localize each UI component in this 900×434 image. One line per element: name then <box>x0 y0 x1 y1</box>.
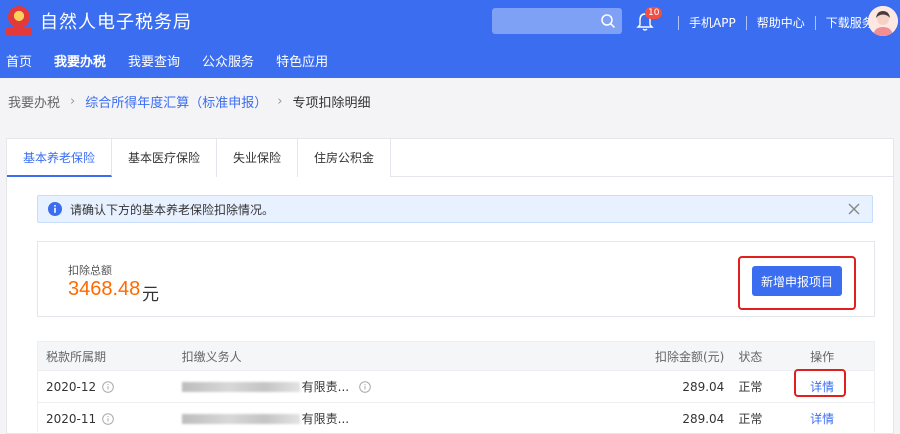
avatar-icon <box>868 6 898 36</box>
amount-value: 289.04 <box>682 411 725 426</box>
agent-cell: 有限责... <box>181 378 625 395</box>
app-title: 自然人电子税务局 <box>40 12 192 33</box>
period-value: 2020-11 <box>46 411 97 426</box>
top-header: 自然人电子税务局 10 手机APP 帮助中心 下载服务 首页 我要办税 我要查询… <box>0 0 900 80</box>
deduction-table: 税款所属期 扣缴义务人 扣除金额(元) 状态 操作 2020-12 有限责... <box>37 341 875 434</box>
mobile-app-link[interactable]: 手机APP <box>689 14 736 31</box>
user-avatar[interactable] <box>868 6 898 36</box>
help-center-link[interactable]: 帮助中心 <box>757 14 805 31</box>
header-period: 税款所属期 <box>46 349 107 364</box>
table-row: 2020-12 有限责... 289.04 正常 详情 <box>37 369 875 403</box>
search-icon[interactable] <box>600 13 616 29</box>
breadcrumb-root[interactable]: 我要办税 <box>8 92 60 111</box>
download-service-link[interactable]: 下载服务 <box>826 14 874 31</box>
agent-name-suffix: 有限责... <box>301 380 350 394</box>
info-icon <box>48 202 62 216</box>
operation-cell: 详情 <box>794 369 874 397</box>
redacted-agent-name <box>181 413 300 424</box>
search-input[interactable] <box>492 8 600 34</box>
notification-badge: 10 <box>645 7 663 19</box>
divider <box>745 15 747 30</box>
tax-emblem-logo <box>6 6 32 36</box>
status-value: 正常 <box>738 380 763 394</box>
nav-public-service[interactable]: 公众服务 <box>196 52 260 78</box>
chevron-right-icon: › <box>70 93 76 109</box>
add-declaration-button[interactable]: 新增申报项目 <box>752 266 842 296</box>
tab-medical-insurance[interactable]: 基本医疗保险 <box>112 139 218 177</box>
table-row: 2020-11 有限责... 289.04 正常 详情 <box>37 403 875 434</box>
content-panel: 基本养老保险 基本医疗保险 失业保险 住房公积金 请确认下方的基本养老保险扣除情… <box>6 138 894 434</box>
tab-unemployment-insurance[interactable]: 失业保险 <box>217 139 299 177</box>
header-operation: 操作 <box>810 349 835 364</box>
period-cell: 2020-11 <box>38 412 182 426</box>
nav-query[interactable]: 我要查询 <box>122 52 186 78</box>
tab-housing-fund[interactable]: 住房公积金 <box>298 139 392 177</box>
info-hint-icon[interactable] <box>359 380 371 393</box>
status-value: 正常 <box>738 412 763 426</box>
total-deduction-label: 扣除总额 <box>68 264 112 277</box>
main-nav: 首页 我要办税 我要查询 公众服务 特色应用 <box>0 52 344 80</box>
insurance-tabs: 基本养老保险 基本医疗保险 失业保险 住房公积金 <box>7 139 893 177</box>
table-header: 税款所属期 扣缴义务人 扣除金额(元) 状态 操作 <box>37 341 875 371</box>
top-links: 手机APP 帮助中心 下载服务 <box>668 14 874 31</box>
info-hint-icon[interactable] <box>102 380 114 393</box>
tab-pension-insurance[interactable]: 基本养老保险 <box>7 139 113 177</box>
agent-cell: 有限责... <box>181 410 625 427</box>
breadcrumb: 我要办税 › 综合所得年度汇算（标准申报） › 专项扣除明细 <box>0 78 900 124</box>
breadcrumb-current: 专项扣除明细 <box>292 95 371 111</box>
search-box[interactable] <box>492 8 622 34</box>
nav-do-tax[interactable]: 我要办税 <box>48 52 112 80</box>
period-value: 2020-12 <box>46 379 97 394</box>
nav-special-apps[interactable]: 特色应用 <box>270 52 334 78</box>
header-agent: 扣缴义务人 <box>181 349 242 364</box>
breadcrumb-annual-settlement[interactable]: 综合所得年度汇算（标准申报） <box>85 92 267 111</box>
nav-home[interactable]: 首页 <box>0 52 38 78</box>
header-amount: 扣除金额(元) <box>654 349 725 364</box>
total-deduction-amount: 3468.48 <box>68 278 141 300</box>
detail-link[interactable]: 详情 <box>810 412 834 426</box>
currency-unit: 元 <box>142 285 159 305</box>
divider <box>678 15 679 30</box>
period-cell: 2020-12 <box>38 380 182 394</box>
amount-value: 289.04 <box>682 379 725 394</box>
info-hint-icon[interactable] <box>102 412 114 425</box>
redacted-agent-name <box>181 381 300 392</box>
alert-message: 请确认下方的基本养老保险扣除情况。 <box>70 202 275 217</box>
brand[interactable]: 自然人电子税务局 <box>6 6 192 36</box>
divider <box>814 15 816 30</box>
info-alert: 请确认下方的基本养老保险扣除情况。 <box>37 195 873 223</box>
header-status: 状态 <box>738 349 763 364</box>
chevron-right-icon: › <box>277 93 283 109</box>
highlight-annotation <box>794 369 847 397</box>
close-icon[interactable] <box>846 201 862 217</box>
operation-cell: 详情 <box>804 410 874 427</box>
deduction-summary: 扣除总额 3468.48 元 新增申报项目 <box>37 241 875 317</box>
agent-name-suffix: 有限责... <box>301 412 350 426</box>
